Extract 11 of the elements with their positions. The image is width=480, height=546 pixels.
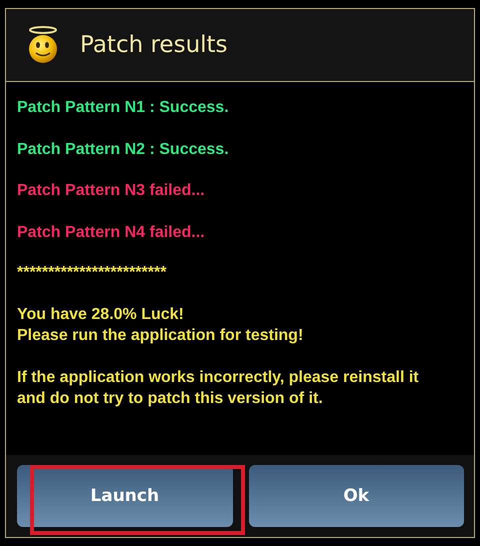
message-text: If the application works incorrectly, please reinstall it and do not try to patch this version of it.	[17, 368, 420, 409]
dialog-title: Patch results	[80, 32, 228, 58]
angel-smiley-icon	[26, 25, 60, 65]
result-line: Patch Pattern N1 : Success.	[17, 98, 230, 118]
message-text: You have 28.0% Luck! Please run the application for testing!	[17, 305, 304, 346]
separator-line: ************************	[17, 264, 168, 283]
ok-button[interactable]: Ok	[248, 465, 464, 527]
result-line: Patch Pattern N4 failed...	[17, 222, 206, 242]
result-line: Patch Pattern N2 : Success.	[17, 140, 230, 160]
result-line: Patch Pattern N3 failed...	[17, 181, 206, 201]
launch-button[interactable]: Launch	[17, 465, 232, 527]
